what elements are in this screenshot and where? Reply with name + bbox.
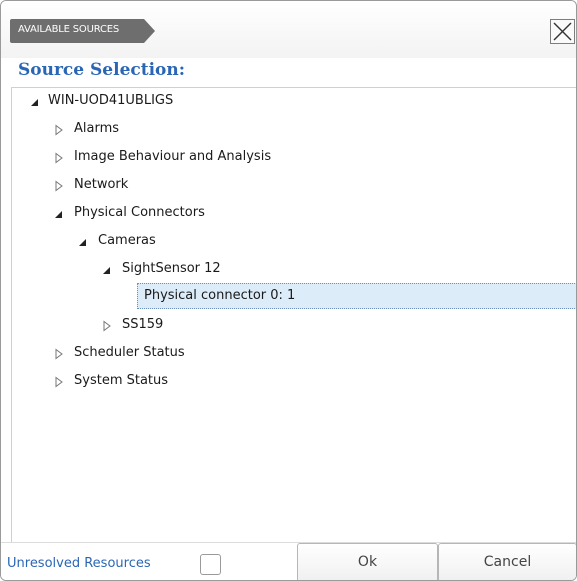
tree-node-physical-connectors[interactable]: Physical Connectors: [54, 202, 354, 226]
source-tree: WIN-UOD41UBLIGS Alarms Image Behaviour a…: [11, 87, 576, 542]
triangle-down-filled-icon[interactable]: [78, 236, 88, 248]
triangle-down-filled-icon[interactable]: [30, 96, 40, 108]
triangle-right-outline-icon[interactable]: [54, 180, 64, 192]
tree-node-scheduler-status[interactable]: Scheduler Status: [54, 342, 354, 366]
close-x-icon: [553, 22, 572, 41]
triangle-right-outline-icon[interactable]: [54, 124, 64, 136]
unresolved-resources-label: Unresolved Resources: [7, 556, 151, 571]
triangle-right-outline-icon[interactable]: [54, 376, 64, 388]
tree-node-root[interactable]: WIN-UOD41UBLIGS: [30, 90, 330, 114]
triangle-right-outline-icon[interactable]: [102, 320, 112, 332]
unresolved-resources-checkbox[interactable]: [200, 554, 221, 575]
tree-node-ss159[interactable]: SS159: [102, 314, 402, 338]
page-title: Source Selection:: [18, 60, 186, 80]
tree-node-label: Physical Connectors: [74, 205, 205, 220]
tree-node-label: SS159: [122, 317, 164, 332]
tree-node-label: Scheduler Status: [74, 345, 185, 360]
tree-node-alarms[interactable]: Alarms: [54, 118, 354, 142]
tree-node-label: Cameras: [98, 233, 156, 248]
triangle-right-outline-icon[interactable]: [54, 348, 64, 360]
close-button[interactable]: [550, 19, 575, 44]
tree-node-system-status[interactable]: System Status: [54, 370, 354, 394]
dialog-footer: Unresolved Resources Ok Cancel: [1, 542, 576, 580]
tree-node-label: SightSensor 12: [122, 261, 221, 276]
triangle-down-filled-icon[interactable]: [54, 208, 64, 220]
ok-button[interactable]: Ok: [297, 543, 438, 580]
tree-node-label: Physical connector 0: 1: [144, 288, 296, 303]
tree-node-label: System Status: [74, 373, 169, 388]
tree-node-network[interactable]: Network: [54, 174, 354, 198]
title-tab-label: AVAILABLE SOURCES: [18, 24, 119, 35]
tree-node-label: Alarms: [74, 121, 120, 136]
available-sources-dialog: AVAILABLE SOURCES Source Selection: WIN-…: [0, 0, 577, 581]
cancel-button[interactable]: Cancel: [438, 543, 576, 580]
triangle-down-filled-icon[interactable]: [102, 264, 112, 276]
title-bar: AVAILABLE SOURCES: [1, 1, 576, 58]
tree-node-label: WIN-UOD41UBLIGS: [48, 93, 174, 108]
tree-node-sightsensor-12[interactable]: SightSensor 12: [102, 258, 402, 282]
tree-node-cameras[interactable]: Cameras: [78, 230, 378, 254]
tree-node-physical-connector-0[interactable]: Physical connector 0: 1: [137, 283, 576, 309]
triangle-right-outline-icon[interactable]: [54, 152, 64, 164]
tree-node-label: Image Behaviour and Analysis: [74, 149, 272, 164]
tree-node-label: Network: [74, 177, 129, 192]
title-tab: AVAILABLE SOURCES: [10, 19, 156, 43]
tree-node-image-behaviour[interactable]: Image Behaviour and Analysis: [54, 146, 394, 170]
